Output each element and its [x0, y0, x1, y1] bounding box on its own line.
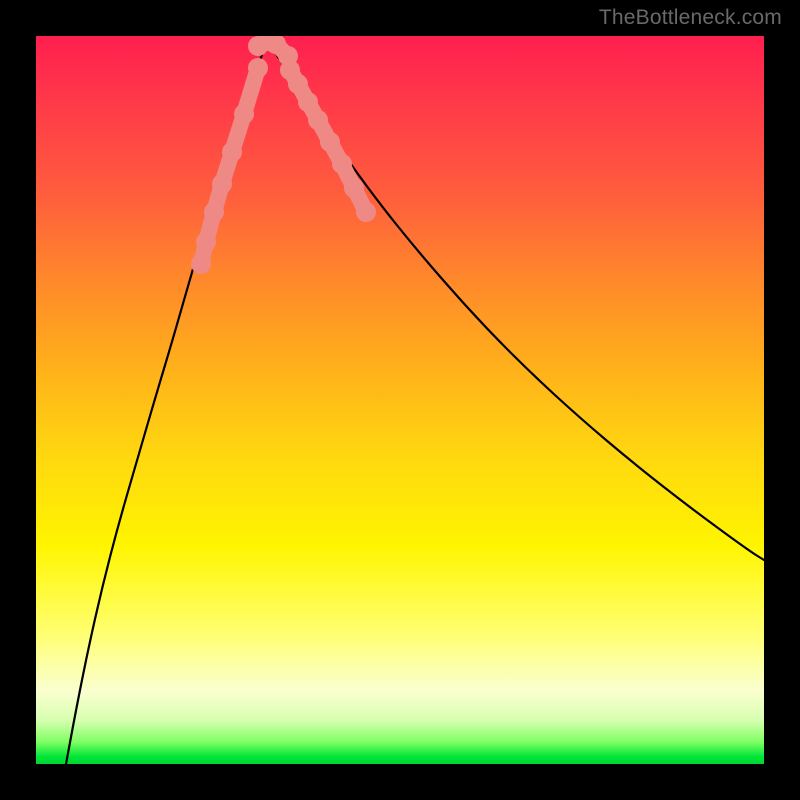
- marker-dot: [298, 92, 318, 112]
- plot-area: [36, 36, 764, 764]
- marker-dot: [234, 104, 254, 124]
- marker-dot: [222, 142, 242, 162]
- marker-dot: [320, 132, 340, 152]
- chart-svg: [36, 36, 764, 764]
- marker-dot: [332, 154, 352, 174]
- marker-dot: [196, 232, 216, 252]
- watermark-text: TheBottleneck.com: [599, 6, 782, 30]
- marker-dot: [356, 202, 376, 222]
- marker-trail-left: [191, 58, 268, 274]
- marker-dot: [204, 202, 224, 222]
- outer-frame: TheBottleneck.com: [0, 0, 800, 800]
- marker-dot: [248, 58, 268, 78]
- marker-dot: [288, 74, 308, 94]
- marker-dot: [344, 178, 364, 198]
- marker-dot: [212, 174, 232, 194]
- curve-right-branch: [267, 41, 764, 560]
- marker-dot: [308, 110, 328, 130]
- marker-trail-right: [280, 60, 376, 222]
- marker-dot: [278, 46, 298, 66]
- marker-dot: [191, 254, 211, 274]
